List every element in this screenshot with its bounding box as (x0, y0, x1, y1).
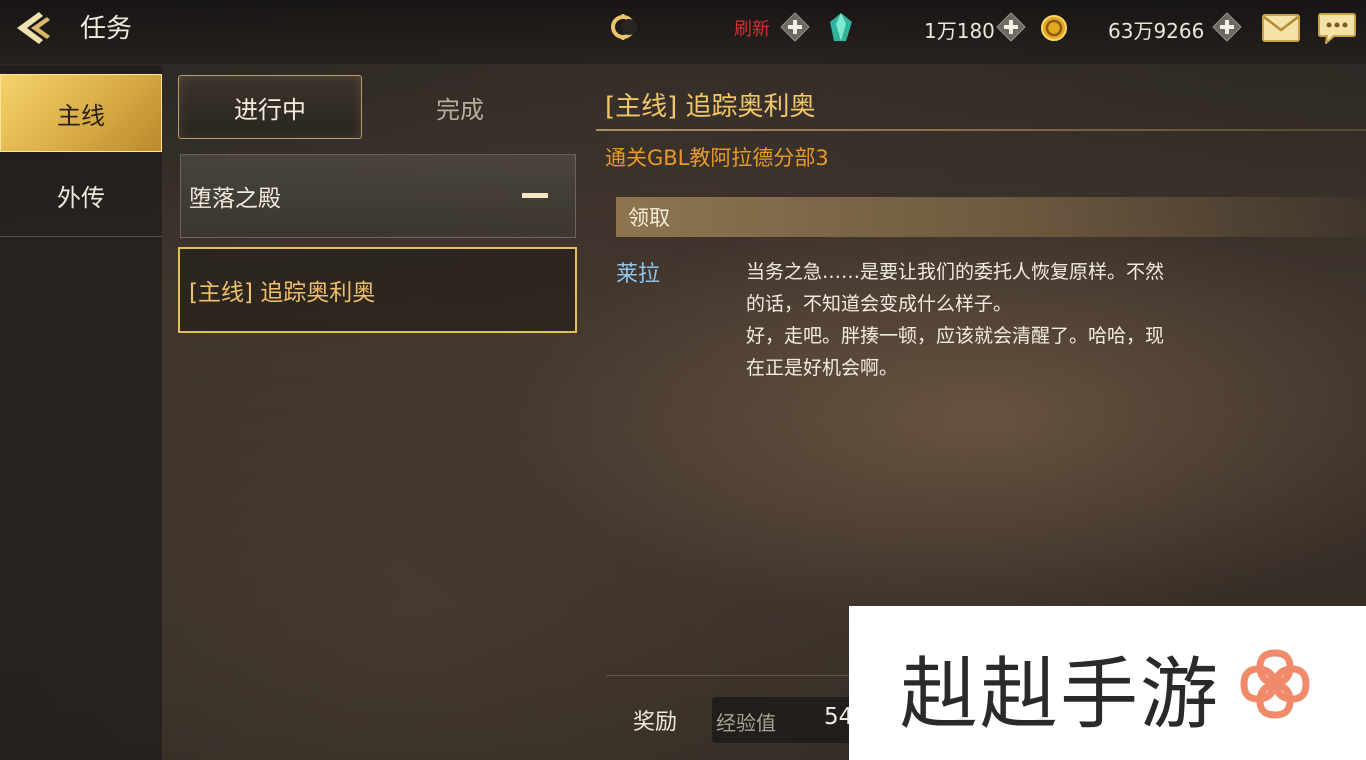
speaker-name: 莱拉 (616, 262, 661, 287)
tab-in-progress[interactable]: 进行中 (178, 75, 362, 139)
refresh-label[interactable]: 刷新 (734, 15, 770, 41)
diamond-amount: 1万180 (924, 19, 995, 43)
category-divider (0, 236, 162, 237)
claim-button[interactable]: 领取 (616, 197, 1366, 237)
page-title: 任务 (80, 14, 133, 44)
quest-item-label: [主线] 追踪奥利奥 (189, 280, 376, 306)
quest-group-label: 堕落之殿 (189, 186, 281, 212)
category-tab-main[interactable]: 主线 (0, 74, 162, 152)
moon-icon[interactable] (608, 12, 638, 42)
category-tab-side[interactable]: 外传 (0, 156, 162, 234)
mail-icon[interactable] (1262, 14, 1300, 42)
back-button[interactable] (8, 6, 68, 50)
watermark-text: 赳赳手游 (900, 650, 1221, 740)
dialogue-text: 当务之急……是要让我们的委托人恢复原样。不然 的话，不知道会变成什么样子。 好，… (746, 256, 1256, 384)
diamond-icon (828, 12, 854, 42)
title-divider (596, 129, 1366, 131)
dialogue-line: 在正是好机会啊。 (746, 357, 899, 379)
quest-detail-title: [主线] 追踪奥利奥 (605, 92, 816, 122)
watermark-logo-icon (1236, 645, 1314, 723)
chat-icon[interactable] (1318, 12, 1356, 46)
gold-plus-button[interactable] (1212, 12, 1242, 42)
reward-label: 奖励 (633, 710, 678, 735)
dialogue-line: 的话，不知道会变成什么样子。 (746, 293, 1013, 315)
refresh-plus-button[interactable] (780, 12, 810, 42)
quest-list-item[interactable]: [主线] 追踪奥利奥 (178, 247, 577, 333)
plus-icon (1212, 12, 1242, 42)
claim-label: 领取 (628, 206, 670, 230)
tab-completed[interactable]: 完成 (368, 75, 552, 139)
dialogue-line: 好，走吧。胖揍一顿，应该就会清醒了。哈哈，现 (746, 325, 1165, 347)
quest-objective: 通关GBL教阿拉德分部3 (605, 146, 829, 170)
dialogue-line: 当务之急……是要让我们的委托人恢复原样。不然 (746, 261, 1165, 283)
back-arrow-icon (17, 12, 50, 44)
plus-icon (996, 12, 1026, 42)
quest-group-header[interactable]: 堕落之殿 (180, 154, 576, 238)
gold-coin-icon (1040, 14, 1068, 42)
collapse-icon[interactable] (522, 193, 548, 198)
diamond-plus-button[interactable] (996, 12, 1026, 42)
gold-amount: 63万9266 (1108, 19, 1205, 43)
plus-icon (780, 12, 810, 42)
reward-item-name: 经验值 (716, 711, 776, 735)
reward-divider (606, 675, 856, 676)
